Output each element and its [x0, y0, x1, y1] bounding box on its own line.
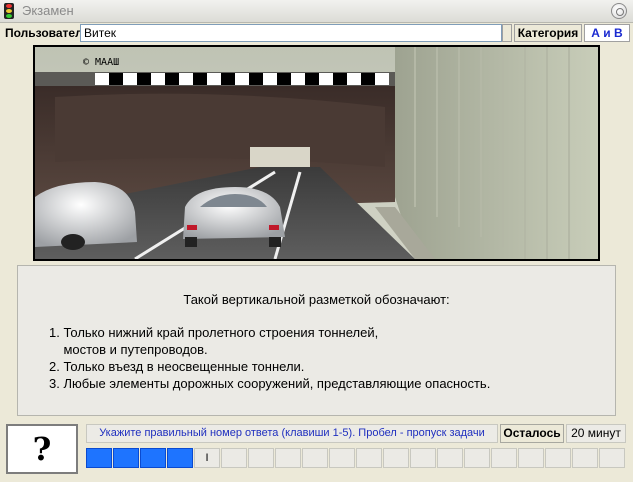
tunnel-road-image: © МААШ [35, 47, 598, 259]
progress-cell[interactable] [275, 448, 301, 468]
close-icon[interactable] [611, 3, 627, 19]
question-image: © МААШ [33, 45, 600, 261]
progress-cell[interactable] [572, 448, 598, 468]
user-bar: Пользователь Витек Категория А и В [0, 24, 633, 43]
progress-cell[interactable]: I [194, 448, 220, 468]
progress-cell[interactable] [518, 448, 544, 468]
progress-cell[interactable] [599, 448, 625, 468]
user-field-scroll[interactable] [502, 24, 512, 42]
category-value: А и В [584, 24, 630, 42]
answer-item[interactable]: 1. Только нижний край пролетного строени… [49, 324, 490, 341]
instruction-hint: Укажите правильный номер ответа (клавиши… [86, 424, 498, 443]
progress-cell[interactable] [329, 448, 355, 468]
progress-cell-answered[interactable] [167, 448, 193, 468]
progress-cell-answered[interactable] [86, 448, 112, 468]
user-name-field: Витек [80, 24, 502, 42]
question-title: Такой вертикальной разметкой обозначают: [183, 292, 450, 307]
progress-cell[interactable] [545, 448, 571, 468]
category-label: Категория [514, 24, 582, 42]
progress-cell[interactable] [383, 448, 409, 468]
answer-item[interactable]: мостов и путепроводов. [49, 341, 490, 358]
progress-cell[interactable] [410, 448, 436, 468]
progress-cell-answered[interactable] [140, 448, 166, 468]
answer-item[interactable]: 3. Любые элементы дорожных сооружений, п… [49, 375, 490, 392]
answer-list: 1. Только нижний край пролетного строени… [49, 324, 490, 392]
time-remaining-value: 20 минут [566, 424, 626, 443]
progress-cell[interactable] [248, 448, 274, 468]
exam-window: Экзамен Пользователь Витек Категория А и… [0, 0, 633, 482]
progress-cell-answered[interactable] [113, 448, 139, 468]
progress-cell[interactable] [437, 448, 463, 468]
progress-cell[interactable] [302, 448, 328, 468]
question-progress-bar: I [86, 448, 626, 468]
traffic-light-icon [4, 3, 14, 19]
title-bar[interactable]: Экзамен [0, 0, 633, 23]
user-label: Пользователь [2, 24, 90, 42]
question-panel: Такой вертикальной разметкой обозначают:… [17, 265, 616, 416]
answer-item[interactable]: 2. Только въезд в неосвещенные тоннели. [49, 358, 490, 375]
progress-cell[interactable] [221, 448, 247, 468]
watermark-text: © МААШ [83, 57, 119, 68]
help-button[interactable]: ? [6, 424, 78, 474]
progress-cell[interactable] [491, 448, 517, 468]
time-remaining-label: Осталось [500, 424, 564, 443]
progress-cell[interactable] [464, 448, 490, 468]
progress-cell[interactable] [356, 448, 382, 468]
window-title: Экзамен [22, 3, 74, 18]
